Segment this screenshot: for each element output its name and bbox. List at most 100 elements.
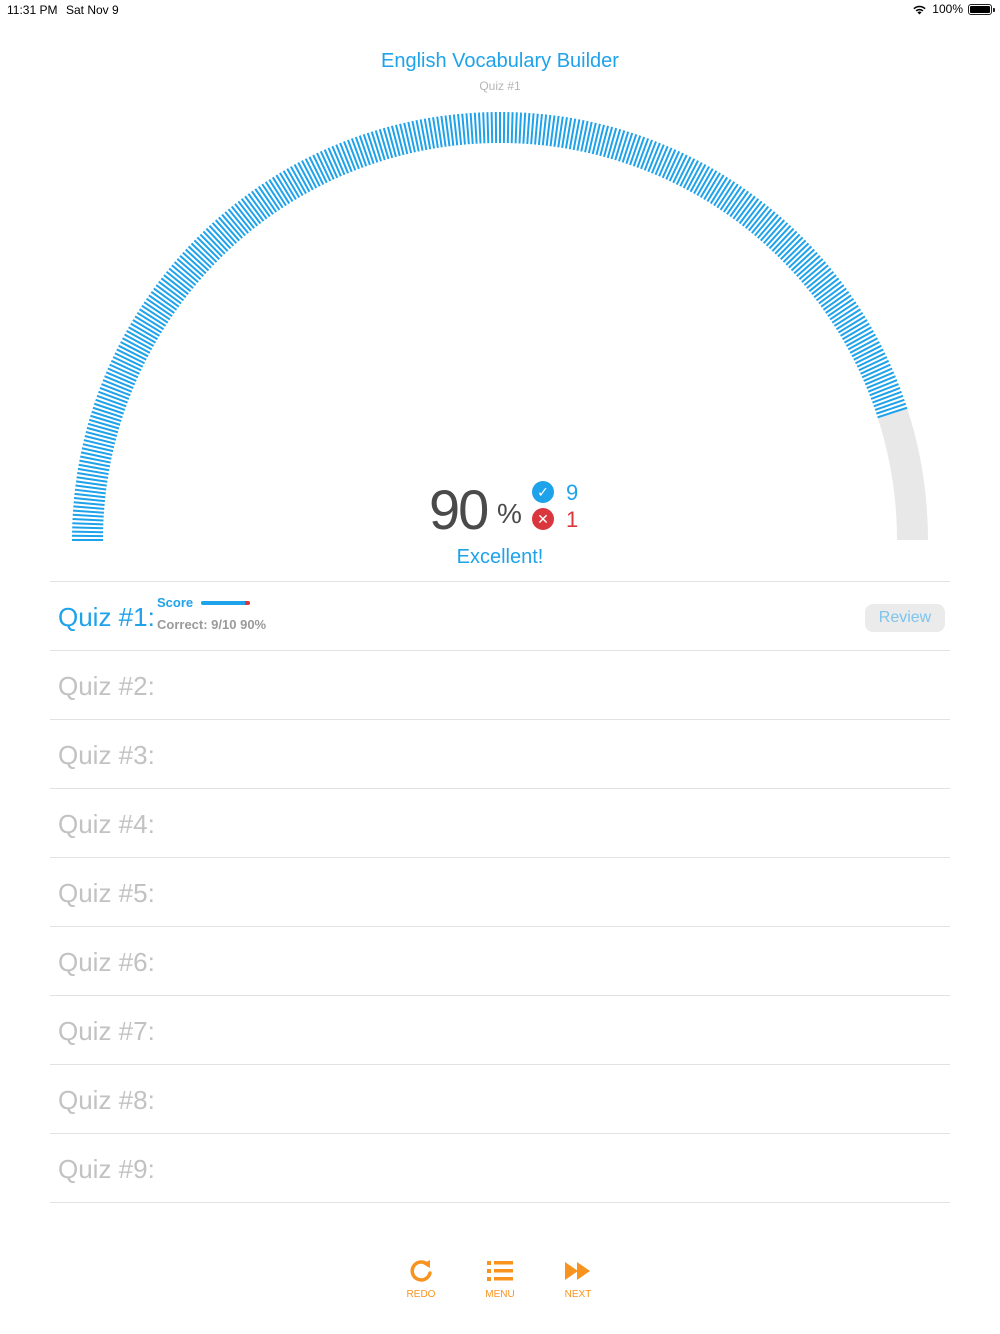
- redo-icon: [408, 1255, 434, 1287]
- gauge-tick: [88, 418, 120, 430]
- gauge-tick: [790, 248, 815, 272]
- quiz-row[interactable]: Quiz #4:: [50, 789, 950, 858]
- gauge-tick: [506, 112, 510, 144]
- gauge-tick: [549, 115, 556, 147]
- gauge-tick: [199, 233, 223, 258]
- gauge-tick: [762, 219, 786, 244]
- gauge-tick: [514, 112, 518, 144]
- rating-text: Excellent!: [456, 546, 544, 568]
- quiz-row[interactable]: Quiz #8:: [50, 1065, 950, 1134]
- gauge-tick: [155, 284, 182, 305]
- gauge-tick: [382, 127, 394, 159]
- gauge-tick: [751, 208, 773, 234]
- wifi-icon: [913, 5, 926, 14]
- quiz-label: Quiz #1:: [58, 602, 155, 632]
- correct-count: 9: [566, 480, 579, 505]
- quiz-row[interactable]: Quiz #3:: [50, 720, 950, 789]
- redo-label: REDO: [406, 1289, 436, 1300]
- gauge-tick: [782, 239, 807, 263]
- gauge-tick: [168, 267, 194, 289]
- gauge-tick: [482, 112, 486, 144]
- gauge-tick: [748, 205, 770, 232]
- fast-forward-icon: [565, 1255, 591, 1287]
- gauge-tick: [813, 277, 840, 299]
- next-label: NEXT: [564, 1289, 592, 1300]
- gauge-tick: [541, 114, 548, 146]
- gauge-tick: [765, 222, 789, 247]
- menu-button[interactable]: MENU: [470, 1255, 530, 1305]
- gauge-tick: [822, 291, 850, 311]
- gauge-tick: [158, 280, 185, 302]
- gauge-tick: [153, 287, 180, 308]
- gauge-tick: [771, 227, 795, 252]
- gauge-tick: [193, 239, 218, 263]
- quiz-row[interactable]: Quiz #2:: [50, 651, 950, 720]
- gauge-tick: [818, 284, 845, 305]
- gauge-tick: [796, 254, 821, 278]
- gauge-tick: [744, 203, 766, 229]
- gauge-tick: [599, 125, 610, 157]
- redo-button[interactable]: REDO: [391, 1255, 451, 1305]
- gauge-tick: [774, 230, 798, 255]
- score-label: Score: [157, 595, 194, 610]
- gauge-tick: [247, 193, 268, 220]
- gauge-tick: [788, 245, 813, 269]
- gauge-tick: [820, 287, 847, 308]
- next-button[interactable]: NEXT: [548, 1255, 608, 1305]
- gauge-tick: [518, 112, 522, 144]
- app-title: English Vocabulary Builder: [381, 50, 619, 72]
- gauge-tick: [811, 274, 837, 296]
- gauge-tick: [234, 203, 256, 229]
- gauge-tick: [187, 245, 212, 269]
- gauge-tick: [530, 113, 535, 145]
- correct-text: Correct: 9/10 90%: [157, 617, 267, 632]
- gauge-tick: [738, 198, 760, 225]
- quiz-row[interactable]: Quiz #5:: [50, 858, 950, 927]
- gauge-tick: [522, 112, 527, 144]
- status-time: 11:31 PM: [7, 3, 58, 17]
- gauge-tick: [510, 112, 514, 144]
- menu-label: MENU: [485, 1289, 515, 1300]
- gauge-tick: [537, 113, 543, 146]
- quiz-subtitle: Quiz #1: [479, 79, 521, 93]
- gauge-tick: [735, 195, 756, 222]
- percent-sign: %: [497, 498, 522, 529]
- gauge-tick: [606, 127, 618, 159]
- gauge-tick: [754, 211, 776, 237]
- gauge-tick: [85, 430, 117, 441]
- quiz-row[interactable]: Quiz #9:: [50, 1134, 950, 1203]
- score-percent: 90: [429, 478, 489, 541]
- gauge-tick: [486, 112, 490, 144]
- gauge-tick: [452, 114, 459, 146]
- gauge-tick: [202, 230, 226, 255]
- quiz-label: Quiz #2:: [58, 671, 155, 701]
- gauge-tick: [448, 114, 455, 146]
- gauge-tick: [165, 270, 192, 292]
- gauge-tick: [440, 115, 447, 147]
- gauge-tick: [221, 213, 243, 239]
- quiz-row[interactable]: Quiz #6:: [50, 927, 950, 996]
- check-icon: ✓: [532, 481, 554, 503]
- gauge-tick: [190, 242, 215, 266]
- gauge-tick: [732, 193, 753, 220]
- gauge-tick: [478, 112, 482, 144]
- gauge-tick: [473, 112, 478, 144]
- quiz-row[interactable]: Quiz #1: Score Correct: 9/10 90% Review: [50, 582, 950, 651]
- gauge-tick: [176, 258, 202, 280]
- gauge-tick: [777, 233, 801, 258]
- quiz-row[interactable]: Quiz #7:: [50, 996, 950, 1065]
- cross-icon: ✕: [532, 508, 554, 530]
- gauge-tick: [741, 200, 763, 227]
- review-button[interactable]: Review: [865, 604, 945, 632]
- gauge-tick: [205, 227, 229, 252]
- gauge-tick: [196, 236, 220, 260]
- gauge-tick: [815, 280, 842, 302]
- gauge-tick: [390, 125, 401, 157]
- battery-icon: [968, 3, 995, 15]
- gauge-tick: [545, 114, 552, 146]
- quiz-label: Quiz #6:: [58, 947, 155, 977]
- score-bar: [201, 601, 250, 605]
- quiz-label: Quiz #5:: [58, 878, 155, 908]
- gauge-tick: [757, 213, 779, 239]
- gauge-tick: [469, 112, 474, 145]
